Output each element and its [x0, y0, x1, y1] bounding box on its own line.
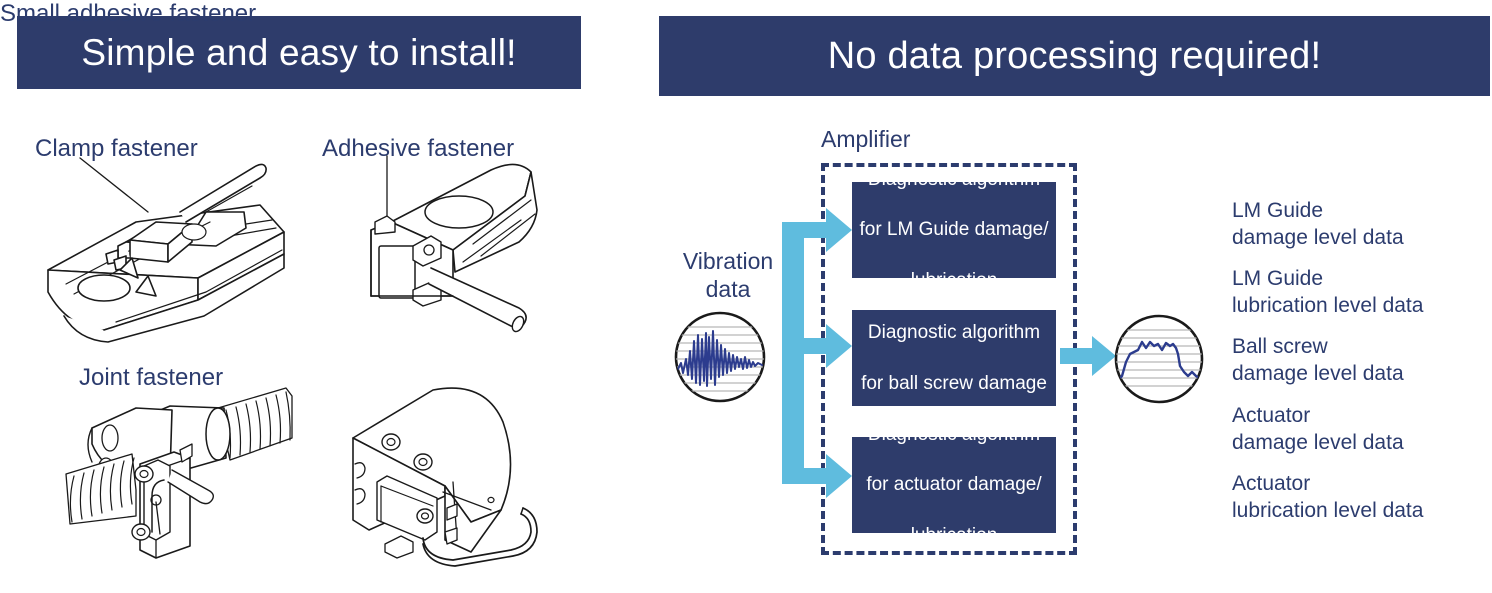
illustration-joint-fastener: [40, 382, 310, 582]
output-3-line2: damage level data: [1232, 430, 1404, 454]
algo-1-line3: lubrication: [910, 269, 998, 291]
output-1-line1: LM Guide: [1232, 267, 1324, 290]
output-2-line1: Ball screw: [1232, 335, 1328, 358]
algo-1-line1: Diagnostic algorithm: [867, 169, 1041, 191]
trend-level-curve-circle-icon: [1110, 310, 1208, 413]
algo-1-line2: for LM Guide damage/: [859, 219, 1049, 241]
output-4-line2: lubrication level data: [1232, 498, 1424, 522]
vibration-waveform-circle-icon: [670, 307, 770, 412]
output-2-line2: damage level data: [1232, 361, 1404, 385]
banner-no-data-processing: No data processing required!: [659, 16, 1490, 96]
algo-3-line2: for actuator damage/: [866, 474, 1042, 496]
algo-3-line3: lubrication: [910, 524, 998, 546]
output-0-line2: damage level data: [1232, 225, 1404, 249]
output-label-actuator-damage: Actuator damage level data: [1232, 403, 1404, 457]
banner-left-text: Simple and easy to install!: [81, 31, 517, 73]
output-label-lm-guide-lubrication: LM Guide lubrication level data: [1232, 266, 1423, 320]
algorithm-box-lm-guide: Diagnostic algorithm for LM Guide damage…: [852, 169, 1056, 291]
output-label-actuator-lubrication: Actuator lubrication level data: [1232, 471, 1423, 525]
illustration-small-adhesive-fastener: [325, 382, 595, 582]
algo-2-line2: for ball screw damage: [861, 372, 1047, 394]
amplifier-label: Amplifier: [821, 126, 911, 152]
algorithm-box-ball-screw: Diagnostic algorithm for ball screw dama…: [852, 310, 1056, 406]
output-1-line2: lubrication level data: [1232, 293, 1424, 317]
vibration-data-label-line1: Vibration: [682, 248, 774, 274]
algo-2-line1: Diagnostic algorithm: [867, 322, 1041, 344]
output-label-ball-screw-damage: Ball screw damage level data: [1232, 334, 1404, 388]
illustration-clamp-fastener: [8, 150, 308, 350]
illustration-adhesive-fastener: [305, 150, 595, 350]
output-4-line1: Actuator: [1232, 472, 1311, 495]
vibration-data-label: Vibration data: [673, 247, 783, 303]
algorithm-box-actuator: Diagnostic algorithm for actuator damage…: [852, 424, 1056, 546]
banner-right-text: No data processing required!: [827, 34, 1322, 77]
vibration-data-label-line2: data: [705, 276, 751, 303]
algo-3-line1: Diagnostic algorithm: [867, 424, 1041, 446]
output-0-line1: LM Guide: [1232, 199, 1324, 222]
output-3-line1: Actuator: [1232, 404, 1311, 427]
output-label-lm-guide-damage: LM Guide damage level data: [1232, 198, 1404, 252]
label-small-adhesive-fastener: Small adhesive fastener: [0, 0, 257, 27]
